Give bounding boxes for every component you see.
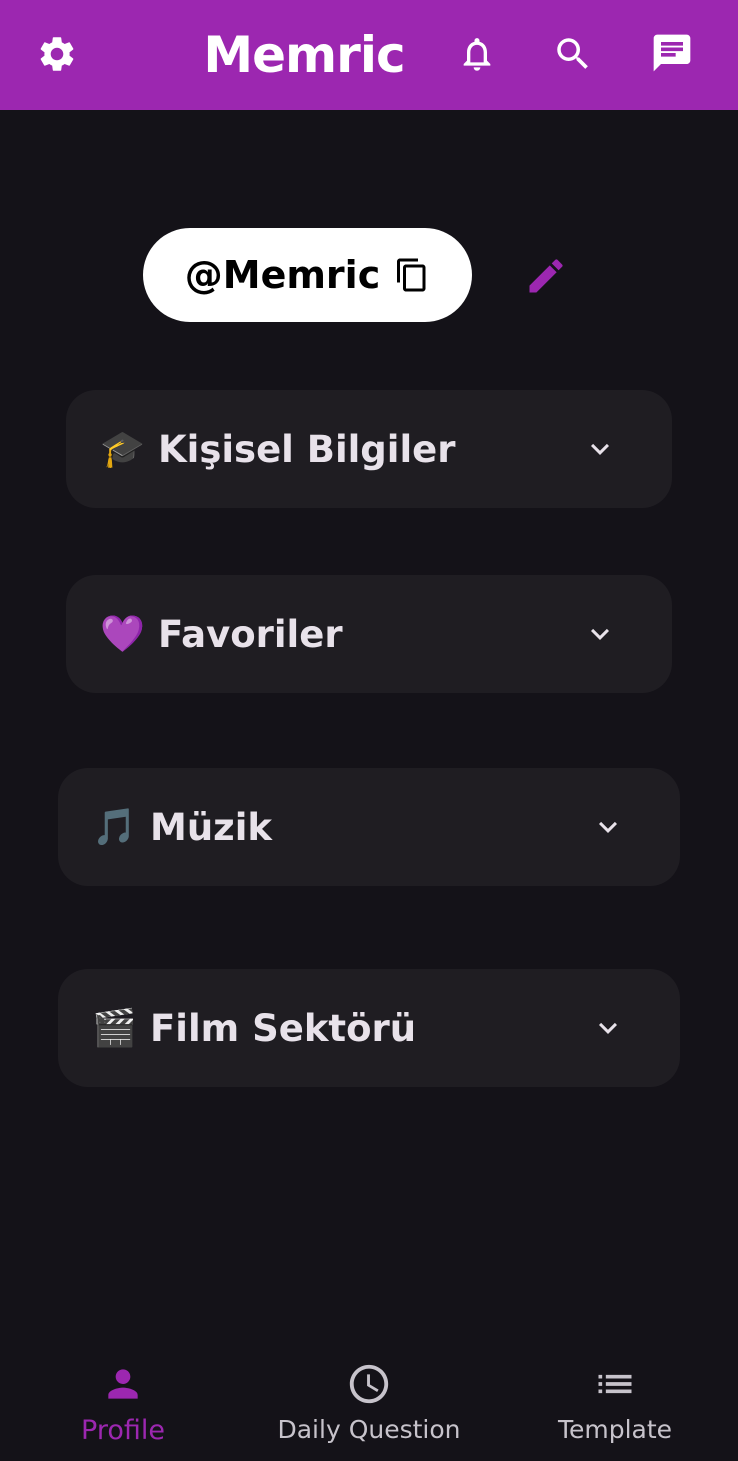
section-label: Favoriler xyxy=(158,612,343,656)
section-label: Kişisel Bilgiler xyxy=(158,427,456,471)
section-card-muzik[interactable]: 🎵 Müzik xyxy=(58,768,680,886)
purple-heart-icon: 💜 xyxy=(100,614,145,655)
chat-icon[interactable] xyxy=(649,30,695,76)
nav-item-profile[interactable]: Profile xyxy=(42,1335,204,1461)
section-label: Müzik xyxy=(150,805,272,849)
list-icon xyxy=(593,1361,637,1407)
nav-label: Daily Question xyxy=(277,1415,461,1444)
section-label: Film Sektörü xyxy=(150,1006,417,1050)
section-card-favoriler[interactable]: 💜 Favoriler xyxy=(66,575,672,693)
music-note-icon: 🎵 xyxy=(92,807,137,848)
gear-icon[interactable] xyxy=(34,31,80,77)
chevron-down-icon[interactable] xyxy=(582,431,618,467)
chevron-down-icon[interactable] xyxy=(590,809,626,845)
app-bar: Memric xyxy=(0,0,738,110)
nav-item-daily-question[interactable]: Daily Question xyxy=(269,1335,469,1461)
pencil-icon[interactable] xyxy=(522,252,570,300)
person-icon xyxy=(101,1361,145,1407)
copy-icon[interactable] xyxy=(394,257,430,293)
section-card-kisisel-bilgiler[interactable]: 🎓 Kişisel Bilgiler xyxy=(66,390,672,508)
clapperboard-icon: 🎬 xyxy=(92,1008,137,1049)
username-chip[interactable]: @Memric xyxy=(143,228,472,322)
graduation-cap-icon: 🎓 xyxy=(100,429,145,470)
app-title: Memric xyxy=(203,26,405,84)
bottom-navigation: Profile Daily Question Template xyxy=(0,1335,738,1461)
chevron-down-icon[interactable] xyxy=(590,1010,626,1046)
chevron-down-icon[interactable] xyxy=(582,616,618,652)
nav-item-template[interactable]: Template xyxy=(535,1335,695,1461)
bell-icon[interactable] xyxy=(454,31,500,77)
nav-label: Template xyxy=(557,1415,673,1444)
clock-icon xyxy=(346,1361,392,1407)
search-icon[interactable] xyxy=(550,31,596,77)
nav-label: Profile xyxy=(81,1415,165,1446)
username-text: @Memric xyxy=(184,253,381,297)
section-card-film-sektoru[interactable]: 🎬 Film Sektörü xyxy=(58,969,680,1087)
